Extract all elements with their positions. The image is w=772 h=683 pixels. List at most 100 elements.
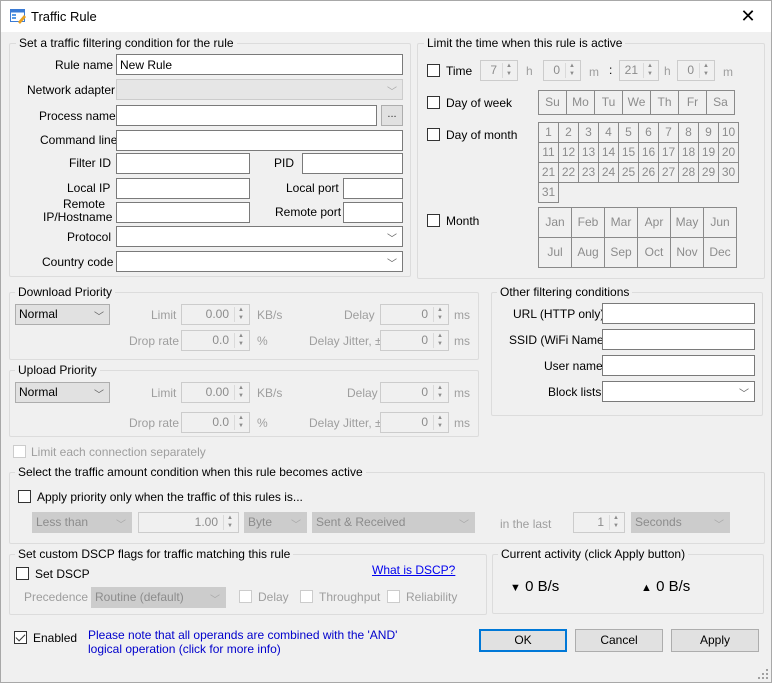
download-limit-spinner[interactable]: 0.00 ▲ ▼ xyxy=(181,304,250,325)
spin-arrows-icon[interactable]: ▲ ▼ xyxy=(223,515,236,530)
amount-unit-select[interactable]: Byte ﹀ xyxy=(244,512,307,533)
day-6[interactable]: 6 xyxy=(638,122,659,143)
dscp-throughput-checkbox[interactable] xyxy=(300,590,313,603)
day-26[interactable]: 26 xyxy=(638,162,659,183)
spin-arrows-icon[interactable]: ▲ ▼ xyxy=(433,307,446,322)
month-mar[interactable]: Mar xyxy=(604,207,638,238)
weekday-we[interactable]: We xyxy=(622,90,651,115)
spin-arrows-icon[interactable]: ▲ ▼ xyxy=(433,415,446,430)
amount-spinner[interactable]: 1.00 ▲ ▼ xyxy=(138,512,239,533)
day-12[interactable]: 12 xyxy=(558,142,579,163)
command-line-input[interactable] xyxy=(116,130,403,151)
month-apr[interactable]: Apr xyxy=(637,207,671,238)
browse-process-button[interactable]: ... xyxy=(381,105,403,126)
upload-priority-select[interactable]: Normal ﹀ xyxy=(15,382,110,403)
upload-delay-spinner[interactable]: 0 ▲ ▼ xyxy=(380,382,449,403)
remote-port-input[interactable] xyxy=(343,202,403,223)
weekday-tu[interactable]: Tu xyxy=(594,90,623,115)
day-31[interactable]: 31 xyxy=(538,182,559,203)
spin-arrows-icon[interactable]: ▲ ▼ xyxy=(234,415,247,430)
remote-ip-input[interactable] xyxy=(116,202,250,223)
upload-limit-spinner[interactable]: 0.00 ▲ ▼ xyxy=(181,382,250,403)
time-checkbox[interactable] xyxy=(427,64,440,77)
country-code-select[interactable]: ﹀ xyxy=(116,251,403,272)
end-minute-spinner[interactable]: 0 ▲ ▼ xyxy=(677,60,715,81)
day-18[interactable]: 18 xyxy=(678,142,699,163)
url-input[interactable] xyxy=(602,303,755,324)
rule-name-input[interactable] xyxy=(116,54,403,75)
apply-priority-checkbox[interactable] xyxy=(18,490,31,503)
day-3[interactable]: 3 xyxy=(578,122,599,143)
user-name-input[interactable] xyxy=(602,355,755,376)
download-delay-spinner[interactable]: 0 ▲ ▼ xyxy=(380,304,449,325)
month-dec[interactable]: Dec xyxy=(703,237,737,268)
cancel-button[interactable]: Cancel xyxy=(575,629,663,652)
day-22[interactable]: 22 xyxy=(558,162,579,183)
day-of-week-checkbox[interactable] xyxy=(427,96,440,109)
day-27[interactable]: 27 xyxy=(658,162,679,183)
day-15[interactable]: 15 xyxy=(618,142,639,163)
day-9[interactable]: 9 xyxy=(698,122,719,143)
month-aug[interactable]: Aug xyxy=(571,237,605,268)
upload-jitter-spinner[interactable]: 0 ▲ ▼ xyxy=(380,412,449,433)
ok-button[interactable]: OK xyxy=(479,629,567,652)
spin-arrows-icon[interactable]: ▲ ▼ xyxy=(433,333,446,348)
day-8[interactable]: 8 xyxy=(678,122,699,143)
download-drop-spinner[interactable]: 0.0 ▲ ▼ xyxy=(181,330,250,351)
month-jan[interactable]: Jan xyxy=(538,207,572,238)
start-hour-spinner[interactable]: 7 ▲ ▼ xyxy=(480,60,518,81)
local-port-input[interactable] xyxy=(343,178,403,199)
start-minute-spinner[interactable]: 0 ▲ ▼ xyxy=(543,60,581,81)
comparison-select[interactable]: Less than ﹀ xyxy=(32,512,132,533)
day-30[interactable]: 30 xyxy=(718,162,739,183)
apply-button[interactable]: Apply xyxy=(671,629,759,652)
resize-grip-icon[interactable] xyxy=(758,669,768,679)
local-ip-input[interactable] xyxy=(116,178,250,199)
day-25[interactable]: 25 xyxy=(618,162,639,183)
day-23[interactable]: 23 xyxy=(578,162,599,183)
enabled-checkbox[interactable] xyxy=(14,631,27,644)
period-spinner[interactable]: 1 ▲ ▼ xyxy=(573,512,625,533)
and-operation-note-link[interactable]: Please note that all operands are combin… xyxy=(88,628,418,656)
weekday-su[interactable]: Su xyxy=(538,90,567,115)
set-dscp-checkbox[interactable] xyxy=(16,567,29,580)
day-10[interactable]: 10 xyxy=(718,122,739,143)
close-button[interactable]: ✕ xyxy=(725,1,771,32)
day-14[interactable]: 14 xyxy=(598,142,619,163)
month-sep[interactable]: Sep xyxy=(604,237,638,268)
filter-id-input[interactable] xyxy=(116,153,250,174)
ssid-input[interactable] xyxy=(602,329,755,350)
weekday-sa[interactable]: Sa xyxy=(706,90,735,115)
download-priority-select[interactable]: Normal ﹀ xyxy=(15,304,110,325)
weekday-mo[interactable]: Mo xyxy=(566,90,595,115)
spin-arrows-icon[interactable]: ▲ ▼ xyxy=(234,385,247,400)
day-1[interactable]: 1 xyxy=(538,122,559,143)
day-of-month-checkbox[interactable] xyxy=(427,128,440,141)
direction-select[interactable]: Sent & Received ﹀ xyxy=(312,512,475,533)
spin-arrows-icon[interactable]: ▲ ▼ xyxy=(234,333,247,348)
day-2[interactable]: 2 xyxy=(558,122,579,143)
day-4[interactable]: 4 xyxy=(598,122,619,143)
protocol-select[interactable]: ﹀ xyxy=(116,226,403,247)
what-is-dscp-link[interactable]: What is DSCP? xyxy=(372,563,455,577)
network-adapter-select[interactable]: ﹀ xyxy=(116,79,403,100)
month-feb[interactable]: Feb xyxy=(571,207,605,238)
month-jun[interactable]: Jun xyxy=(703,207,737,238)
day-29[interactable]: 29 xyxy=(698,162,719,183)
spin-arrows-icon[interactable]: ▲ ▼ xyxy=(609,515,622,530)
weekday-fr[interactable]: Fr xyxy=(678,90,707,115)
block-lists-select[interactable]: ﹀ xyxy=(602,381,755,402)
day-17[interactable]: 17 xyxy=(658,142,679,163)
day-21[interactable]: 21 xyxy=(538,162,559,183)
upload-drop-spinner[interactable]: 0.0 ▲ ▼ xyxy=(181,412,250,433)
dscp-reliability-checkbox[interactable] xyxy=(387,590,400,603)
spin-arrows-icon[interactable]: ▲ ▼ xyxy=(565,63,578,78)
process-name-input[interactable] xyxy=(116,105,377,126)
month-checkbox[interactable] xyxy=(427,214,440,227)
end-hour-spinner[interactable]: 21 ▲ ▼ xyxy=(619,60,659,81)
day-19[interactable]: 19 xyxy=(698,142,719,163)
month-nov[interactable]: Nov xyxy=(670,237,704,268)
period-unit-select[interactable]: Seconds ﹀ xyxy=(631,512,730,533)
precedence-select[interactable]: Routine (default) ﹀ xyxy=(91,587,226,608)
spin-arrows-icon[interactable]: ▲ ▼ xyxy=(643,63,656,78)
